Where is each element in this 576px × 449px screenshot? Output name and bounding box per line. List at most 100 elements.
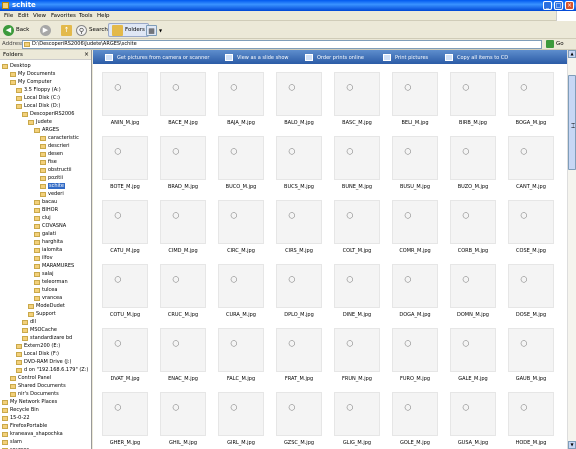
thumbnail-item[interactable]: FURO_M.jpg bbox=[387, 324, 447, 386]
folder-tree-item[interactable]: My Documents bbox=[10, 70, 55, 78]
up-folder-button[interactable]: ↑ bbox=[61, 23, 74, 37]
folder-tree-item[interactable]: COVASNA bbox=[34, 222, 66, 230]
thumbnail-item[interactable]: BOGA_M.jpg bbox=[503, 68, 563, 130]
folder-tree-item[interactable]: Extern200 (E:) bbox=[16, 342, 60, 350]
thumbnail-item[interactable]: CRUC_M.jpg bbox=[155, 260, 215, 322]
folder-tree-item[interactable]: BIHOR bbox=[34, 206, 58, 214]
folder-tree-item[interactable]: pozitii bbox=[40, 174, 63, 182]
folder-tree-item[interactable]: Judete bbox=[28, 118, 52, 126]
folder-tree-item[interactable]: dll bbox=[22, 318, 36, 326]
folder-tree-item[interactable]: DVD-RAM Drive (J:) bbox=[16, 358, 71, 366]
thumbnail-item[interactable]: CIRS_M.jpg bbox=[271, 196, 331, 258]
thumbnail-item[interactable]: BUCS_M.jpg bbox=[271, 132, 331, 194]
thumbnail-item[interactable]: GUSA_M.jpg bbox=[445, 388, 505, 449]
copy-to-cd-task[interactable]: Copy all items to CD bbox=[445, 53, 508, 62]
folder-tree-item[interactable]: obstructii bbox=[40, 166, 72, 174]
folder-tree-item[interactable]: ModeDudet bbox=[28, 302, 65, 310]
thumbnail-item[interactable]: GLIG_M.jpg bbox=[329, 388, 389, 449]
folder-tree-item[interactable]: 3.5 Floppy (A:) bbox=[16, 86, 61, 94]
scroll-down-arrow[interactable]: ▼ bbox=[568, 441, 576, 449]
thumbnail-item[interactable]: GHIL_M.jpg bbox=[155, 388, 215, 449]
get-pictures-task[interactable]: Get pictures from camera or scanner bbox=[105, 53, 209, 62]
print-pictures-task[interactable]: Print pictures bbox=[383, 53, 428, 62]
folder-tree-item[interactable]: galati bbox=[34, 230, 56, 238]
thumbnail-item[interactable]: CANT_M.jpg bbox=[503, 132, 563, 194]
thumbnail-item[interactable]: BACE_M.jpg bbox=[155, 68, 215, 130]
address-input[interactable]: D:\DescoperiRS2006\Judete\ARGES\schite bbox=[22, 40, 542, 49]
maximize-button[interactable]: □ bbox=[554, 1, 563, 10]
folder-tree-item[interactable]: My Computer bbox=[10, 78, 52, 86]
thumbnail-item[interactable]: COTU_M.jpg bbox=[97, 260, 157, 322]
thumbnail-item[interactable]: FALC_M.jpg bbox=[213, 324, 273, 386]
scroll-up-arrow[interactable]: ▲ bbox=[568, 50, 576, 58]
search-button[interactable]: ⚲ Search bbox=[76, 23, 108, 37]
back-button[interactable]: ◀ Back bbox=[3, 23, 29, 37]
folder-tree-item[interactable]: Local Disk (C:) bbox=[16, 94, 60, 102]
thumbnail-item[interactable]: CORB_M.jpg bbox=[445, 196, 505, 258]
folder-tree-item[interactable]: vrancea bbox=[34, 294, 62, 302]
folder-tree-item[interactable]: Local Disk (F:) bbox=[16, 350, 59, 358]
thumbnail-item[interactable]: BUSU_M.jpg bbox=[387, 132, 447, 194]
folder-tree-item[interactable]: standardizare bd bbox=[22, 334, 72, 342]
thumbnail-item[interactable]: DVAT_M.jpg bbox=[97, 324, 157, 386]
thumbnail-item[interactable]: DOSE_M.jpg bbox=[503, 260, 563, 322]
folder-tree-item[interactable]: Recycle Bin bbox=[2, 406, 39, 414]
folder-tree-item[interactable]: nir's Documents bbox=[10, 390, 59, 398]
folder-tree-item[interactable]: DescoperiRS2006 bbox=[22, 110, 74, 118]
folder-tree-item[interactable]: caracteristic bbox=[40, 134, 79, 142]
thumbnail-item[interactable]: BASC_M.jpg bbox=[329, 68, 389, 130]
thumbnail-item[interactable]: ANIN_M.jpg bbox=[97, 68, 157, 130]
thumbnail-item[interactable]: FRUN_M.jpg bbox=[329, 324, 389, 386]
thumbnail-item[interactable]: BUNE_M.jpg bbox=[329, 132, 389, 194]
folder-tree-item[interactable]: Shared Documents bbox=[10, 382, 66, 390]
folder-tree-item[interactable]: desen bbox=[40, 150, 63, 158]
thumbnail-item[interactable]: BALO_M.jpg bbox=[271, 68, 331, 130]
thumbnail-item[interactable]: DOMN_M.jpg bbox=[445, 260, 505, 322]
folder-tree-item[interactable]: MARAMURES bbox=[34, 262, 74, 270]
thumbnail-item[interactable]: BIRB_M.jpg bbox=[445, 68, 505, 130]
folder-tree-item[interactable]: cluj bbox=[34, 214, 51, 222]
thumbnail-item[interactable]: CIMD_M.jpg bbox=[155, 196, 215, 258]
thumbnail-item[interactable]: GALE_M.jpg bbox=[445, 324, 505, 386]
vertical-scrollbar[interactable]: ▲ ▼ bbox=[567, 50, 576, 449]
folder-tree-item[interactable]: kraneava_shapochka bbox=[2, 430, 63, 438]
folder-tree-item[interactable]: harghita bbox=[34, 238, 63, 246]
folder-tree-item[interactable]: descrieri bbox=[40, 142, 70, 150]
thumbnail-item[interactable]: COSE_M.jpg bbox=[503, 196, 563, 258]
thumbnail-item[interactable]: GOLE_M.jpg bbox=[387, 388, 447, 449]
folder-tree-item[interactable]: bacau bbox=[34, 198, 57, 206]
folders-button[interactable]: Folders bbox=[108, 23, 149, 37]
views-button[interactable]: ▦ ▼ bbox=[146, 23, 162, 37]
thumbnail-item[interactable]: GHER_M.jpg bbox=[97, 388, 157, 449]
folder-tree-item[interactable]: Desktop bbox=[2, 62, 31, 70]
thumbnail-item[interactable]: BUZO_M.jpg bbox=[445, 132, 505, 194]
thumbnail-item[interactable]: BUCO_M.jpg bbox=[213, 132, 273, 194]
close-pane-button[interactable]: × bbox=[84, 51, 89, 58]
thumbnail-item[interactable]: BRAD_M.jpg bbox=[155, 132, 215, 194]
folder-tree-item[interactable]: d on "192.168.6.179" (Z:) bbox=[16, 366, 88, 374]
thumbnail-item[interactable]: COMR_M.jpg bbox=[387, 196, 447, 258]
thumbnail-item[interactable]: BELI_M.jpg bbox=[387, 68, 447, 130]
thumbnail-item[interactable]: CATU_M.jpg bbox=[97, 196, 157, 258]
thumbnail-item[interactable]: BAJA_M.jpg bbox=[213, 68, 273, 130]
folder-tree-item[interactable]: slam bbox=[2, 438, 22, 446]
folder-tree-item[interactable]: ilfov bbox=[34, 254, 53, 262]
thumbnail-item[interactable]: DINE_M.jpg bbox=[329, 260, 389, 322]
close-button[interactable]: × bbox=[565, 1, 574, 10]
slide-show-task[interactable]: View as a slide show bbox=[225, 53, 289, 62]
folder-tree-item[interactable]: teleorman bbox=[34, 278, 68, 286]
go-button[interactable]: Go bbox=[546, 40, 564, 48]
thumbnail-item[interactable]: CIRC_M.jpg bbox=[213, 196, 273, 258]
folder-tree-item[interactable]: tulcea bbox=[34, 286, 57, 294]
thumbnail-item[interactable]: GIRL_M.jpg bbox=[213, 388, 273, 449]
folder-tree-item[interactable]: Control Panel bbox=[10, 374, 51, 382]
folder-tree-item[interactable]: FirefoxPortable bbox=[2, 422, 47, 430]
folder-tree-item[interactable]: fise bbox=[40, 158, 57, 166]
folder-tree-item[interactable]: ARGES bbox=[34, 126, 59, 134]
folder-tree-item[interactable]: ialomita bbox=[34, 246, 62, 254]
menu-tools[interactable]: Tools bbox=[79, 13, 93, 19]
menu-view[interactable]: View bbox=[33, 13, 46, 19]
thumbnail-item[interactable]: BOTE_M.jpg bbox=[97, 132, 157, 194]
thumbnail-item[interactable]: ENAC_M.jpg bbox=[155, 324, 215, 386]
folder-tree-item[interactable]: Support bbox=[28, 310, 56, 318]
